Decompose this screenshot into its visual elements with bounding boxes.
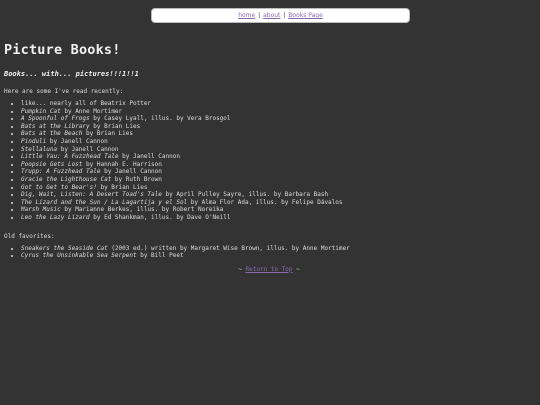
book-title: Got to Get to Bear's! (21, 183, 97, 191)
main-content: Picture Books! Books... with... pictures… (4, 42, 534, 273)
nav-about-link[interactable]: about (263, 12, 280, 19)
book-credits: by Marianne Berkes, illus. by Robert Nor… (60, 206, 224, 214)
book-credits: by Brian Lies (96, 183, 148, 191)
nav-separator: | (283, 12, 286, 19)
book-credits: by Janell Cannon (46, 137, 108, 145)
book-title: Stellaluna (21, 145, 58, 153)
book-list-item: like... nearly all of Beatrix Potter (21, 100, 534, 108)
intro-text: Here are some I've read recently: (4, 88, 124, 95)
book-credits: by Brian Lies (89, 122, 141, 130)
page-title: Picture Books! (4, 42, 121, 58)
book-title: Cyrus the Unsinkable Sea Serpent (21, 252, 137, 260)
book-title: The Lizard and the Sun / La Lagartija y … (21, 198, 188, 206)
book-list-item: Bats at the Library by Brian Lies (21, 123, 534, 131)
book-credits: by Janell Cannon (57, 145, 119, 153)
book-list-item: Little Yau: A Fuzzhead Tale by Janell Ca… (21, 153, 534, 161)
book-credits: (2003 ed.) written by Margaret Wise Brow… (107, 244, 350, 252)
nav-books-link[interactable]: Books Page (288, 12, 323, 19)
book-credits: by April Pulley Sayre, illus. by Barbara… (161, 191, 329, 199)
book-list-item: A Spoonful of Frogs by Casey Lyall, illu… (21, 115, 534, 123)
book-credits: by Alma Flor Ada, illus. by Felipe Dával… (187, 198, 343, 206)
book-list-item: Cyrus the Unsinkable Sea Serpent by Bill… (21, 252, 534, 260)
book-list-item: Leo the Lazy Lizard by Ed Shankman, illu… (21, 214, 534, 222)
book-credits: by Casey Lyall, illus. by Vera Brosgol (89, 115, 231, 123)
book-title: Leo the Lazy Lizard (21, 213, 90, 221)
return-prefix: ~ (238, 265, 246, 273)
nav-separator: | (258, 12, 261, 19)
book-title: Dig, Wait, Listen: A Desert Toad's Tale (21, 191, 162, 199)
book-list-item: Pinduli by Janell Cannon (21, 138, 534, 146)
book-title: Gracie the Lighthouse Cat (21, 175, 112, 183)
old-favorites-label: Old favorites: (4, 232, 55, 240)
book-list-item: Poopsie Gets Lost by Hannah E. Harrison (21, 161, 534, 169)
book-title: Pinduli (21, 137, 47, 145)
book-credits: by Brian Lies (82, 130, 133, 138)
book-list-item: Marsh Music by Marianne Berkes, illus. b… (21, 206, 534, 214)
book-credits: by Hannah E. Harrison (82, 160, 162, 168)
page-subtitle: Books... with... pictures!!!1!!1 (4, 70, 139, 78)
book-credits: like... nearly all of Beatrix Potter (21, 100, 152, 107)
book-credits: by Janell Cannon (118, 153, 180, 161)
book-title: Bats at the Beach (21, 130, 83, 138)
book-title: Trupp: A Fuzzhead Tale (21, 168, 101, 176)
recent-books-list: like... nearly all of Beatrix PotterPump… (4, 100, 534, 222)
return-suffix: ~ (292, 265, 300, 273)
old-favorites-list: Sneakers the Seaside Cat (2003 ed.) writ… (4, 245, 534, 260)
book-credits: by Bill Peet (136, 252, 184, 260)
book-title: Marsh Music (21, 206, 61, 214)
book-list-item: Stellaluna by Janell Cannon (21, 146, 534, 154)
book-title: Little Yau: A Fuzzhead Tale (21, 153, 119, 161)
book-list-item: The Lizard and the Sun / La Lagartija y … (21, 199, 534, 207)
book-title: Pumpkin Cat (21, 107, 61, 115)
book-title: A Spoonful of Frogs (21, 115, 90, 123)
book-list-item: Got to Get to Bear's! by Brian Lies (21, 184, 534, 192)
book-title: Bats at the Library (21, 122, 90, 130)
book-title: Sneakers the Seaside Cat (21, 244, 108, 252)
book-list-item: Sneakers the Seaside Cat (2003 ed.) writ… (21, 245, 534, 253)
book-list-item: Gracie the Lighthouse Cat by Ruth Brown (21, 176, 534, 184)
book-credits: by Janell Cannon (100, 168, 162, 176)
book-title: Poopsie Gets Lost (21, 160, 83, 168)
book-credits: by Ed Shankman, illus. by Dave O'Neill (89, 213, 231, 221)
book-credits: by Anne Mortimer (60, 107, 123, 115)
book-list-item: Pumpkin Cat by Anne Mortimer (21, 108, 534, 116)
top-navbar: home | about | Books Page (151, 8, 410, 23)
return-to-top-link[interactable]: Return to Top (246, 266, 293, 273)
return-to-top: ~ Return to Top ~ (4, 266, 534, 273)
book-list-item: Dig, Wait, Listen: A Desert Toad's Tale … (21, 191, 534, 199)
book-list-item: Bats at the Beach by Brian Lies (21, 130, 534, 138)
book-list-item: Trupp: A Fuzzhead Tale by Janell Cannon (21, 168, 534, 176)
book-credits: by Ruth Brown (111, 175, 162, 183)
nav-home-link[interactable]: home (238, 12, 255, 19)
